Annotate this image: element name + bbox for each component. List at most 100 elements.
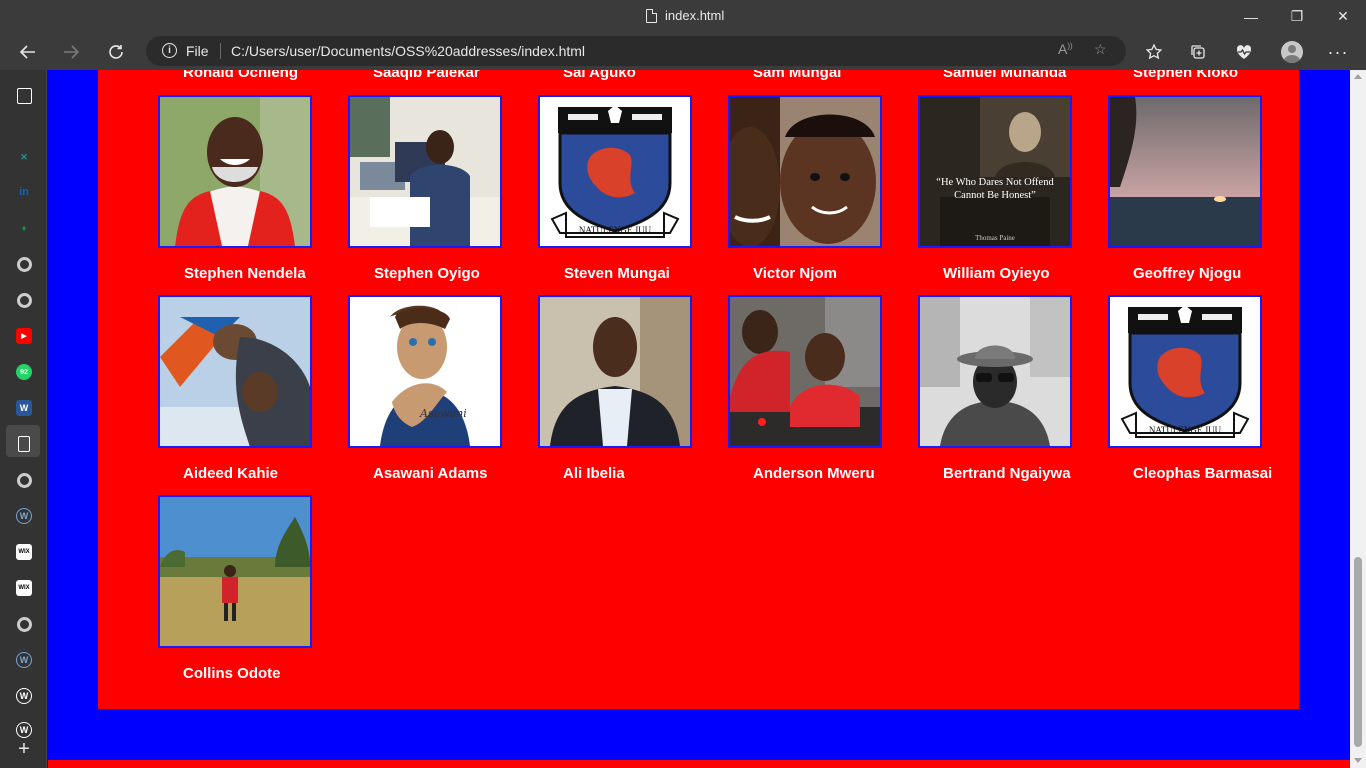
favorites-star-icon: [1145, 43, 1163, 60]
contact-name: Cleophas Barmasai: [1133, 465, 1273, 482]
profile-button[interactable]: [1277, 37, 1307, 67]
contact-photo-collins-odote[interactable]: [158, 495, 312, 648]
window-titlebar: index.html — ❐ ✕: [0, 0, 1366, 33]
linkedin-glyph-icon: in: [19, 186, 29, 198]
back-button[interactable]: [13, 37, 43, 67]
contacts-panel: Ronald Ochieng Saaqib Palekar Sai Aguko …: [98, 70, 1299, 709]
add-favorite-icon[interactable]: ☆: [1094, 41, 1107, 58]
quote-line-1: “He Who Dares Not Offend: [936, 177, 1054, 188]
wordpress-glyph-icon: W: [16, 688, 32, 704]
contact-name: William Oyieyo: [943, 265, 1050, 282]
scroll-down-arrow-icon[interactable]: [1354, 758, 1362, 763]
word-glyph-icon: W: [16, 400, 32, 416]
contact-name: Bertrand Ngaiywa: [943, 465, 1071, 482]
url-text[interactable]: C:/Users/user/Documents/OSS%20addresses/…: [231, 43, 585, 59]
scroll-up-arrow-icon[interactable]: [1354, 74, 1362, 79]
window-title-text: index.html: [665, 8, 725, 23]
browser-toolbar: i File C:/Users/user/Documents/OSS%20add…: [0, 33, 1366, 70]
site-icon-green-glyph-icon: ♦: [21, 223, 27, 233]
contact-photo-geoffrey-njogu[interactable]: [1108, 95, 1262, 248]
vertical-tabs-sidebar: ✕ in ♦ ▶ 92 W W WIX WIX W W W +: [0, 70, 47, 768]
contact-photo-aideed-kahie[interactable]: [158, 295, 312, 448]
tab-actions-icon[interactable]: [12, 84, 36, 108]
man-at-desk-photo: [350, 97, 500, 246]
father-child-photo: [730, 97, 880, 246]
collections-icon[interactable]: [1183, 37, 1213, 67]
google-glyph-icon: [16, 472, 32, 488]
quote-poster-image: “He Who Dares Not Offend Cannot Be Hones…: [920, 97, 1070, 246]
browser-essentials-icon[interactable]: [1229, 37, 1259, 67]
google-icon[interactable]: [12, 252, 36, 276]
close-button[interactable]: ✕: [1320, 0, 1366, 33]
google-icon[interactable]: [12, 612, 36, 636]
quote-author: Thomas Paine: [975, 234, 1015, 242]
contact-name: Ali Ibelia: [563, 465, 625, 482]
wix-icon[interactable]: WIX: [12, 576, 36, 600]
window-title: index.html: [646, 8, 724, 23]
contact-photo-stephen-oyigo[interactable]: [348, 95, 502, 248]
contact-name: Sai Aguko: [563, 70, 636, 81]
file-icon[interactable]: [12, 432, 36, 456]
site-icon-x-glyph-icon: ✕: [20, 151, 28, 162]
contact-name: Asawani Adams: [373, 465, 488, 482]
word-icon[interactable]: W: [12, 396, 36, 420]
contact-photo-william-oyieyo[interactable]: “He Who Dares Not Offend Cannot Be Hones…: [918, 95, 1072, 248]
google-glyph-icon: [16, 616, 32, 632]
refresh-button[interactable]: [101, 37, 131, 67]
google-glyph-icon: [16, 256, 32, 272]
address-bar[interactable]: i File C:/Users/user/Documents/OSS%20add…: [146, 36, 1126, 66]
contact-photo-stephen-nendela[interactable]: [158, 95, 312, 248]
site-icon-1[interactable]: [12, 110, 36, 134]
wordpress-glyph-icon: W: [16, 508, 32, 524]
wix-glyph-icon: WIX: [16, 580, 32, 596]
contact-name: Stephen Nendela: [184, 265, 306, 282]
linkedin-icon[interactable]: in: [12, 180, 36, 204]
wix-icon[interactable]: WIX: [12, 540, 36, 564]
contact-name: Stephen Kioko: [1133, 70, 1239, 81]
school-crest-image: NATULENGE JUU: [1110, 297, 1260, 446]
address-separator: [220, 43, 221, 59]
skydiving-photo: [160, 297, 310, 446]
contact-name: Aideed Kahie: [183, 465, 279, 482]
page-scrollbar[interactable]: [1350, 70, 1366, 768]
new-tab-button[interactable]: +: [12, 737, 36, 761]
whatsapp-icon[interactable]: 92: [12, 360, 36, 384]
site-icon-x[interactable]: ✕: [12, 145, 36, 169]
google-icon[interactable]: [12, 288, 36, 312]
youtube-icon[interactable]: ▶: [12, 324, 36, 348]
site-icon-1-glyph-icon: [16, 114, 32, 130]
google-glyph-icon: [16, 292, 32, 308]
contact-name: Anderson Mweru: [753, 465, 875, 482]
back-arrow-icon: [19, 45, 35, 59]
site-icon-green[interactable]: ♦: [12, 216, 36, 240]
wordpress-glyph-icon: W: [16, 722, 32, 738]
google-icon[interactable]: [12, 468, 36, 492]
profile-avatar-icon: [1281, 41, 1303, 63]
contact-name: Samuel Muhanda: [943, 70, 1067, 81]
wordpress-icon[interactable]: W: [12, 684, 36, 708]
favorites-icon[interactable]: [1139, 37, 1169, 67]
maximize-button[interactable]: ❐: [1274, 0, 1320, 33]
scrollbar-thumb[interactable]: [1354, 557, 1362, 747]
youtube-glyph-icon: ▶: [16, 328, 32, 344]
contact-photo-steven-mungai[interactable]: NATULENGE JUU: [538, 95, 692, 248]
more-menu-button[interactable]: ···: [1323, 37, 1353, 67]
wordpress-icon[interactable]: W: [12, 648, 36, 672]
cartoon-avatar-image: Asawani: [350, 297, 500, 446]
contact-photo-bertrand-ngaiywa[interactable]: [918, 295, 1072, 448]
contact-photo-cleophas-barmasai[interactable]: NATULENGE JUU: [1108, 295, 1262, 448]
contact-photo-asawani-adams[interactable]: Asawani: [348, 295, 502, 448]
read-aloud-icon[interactable]: A)): [1058, 41, 1073, 57]
contact-name: Steven Mungai: [564, 265, 670, 282]
site-info-icon[interactable]: i: [162, 43, 177, 58]
contact-photo-victor-njom[interactable]: [728, 95, 882, 248]
wordpress-icon[interactable]: W: [12, 504, 36, 528]
scheme-label: File: [186, 43, 209, 59]
contact-photo-ali-ibelia[interactable]: [538, 295, 692, 448]
forward-button[interactable]: [56, 37, 86, 67]
minimize-button[interactable]: —: [1228, 0, 1274, 33]
crest-motto: NATULENGE JUU: [1149, 425, 1222, 435]
contact-photo-anderson-mweru[interactable]: [728, 295, 882, 448]
heart-pulse-icon: [1236, 45, 1252, 59]
contact-name: Collins Odote: [183, 665, 281, 682]
